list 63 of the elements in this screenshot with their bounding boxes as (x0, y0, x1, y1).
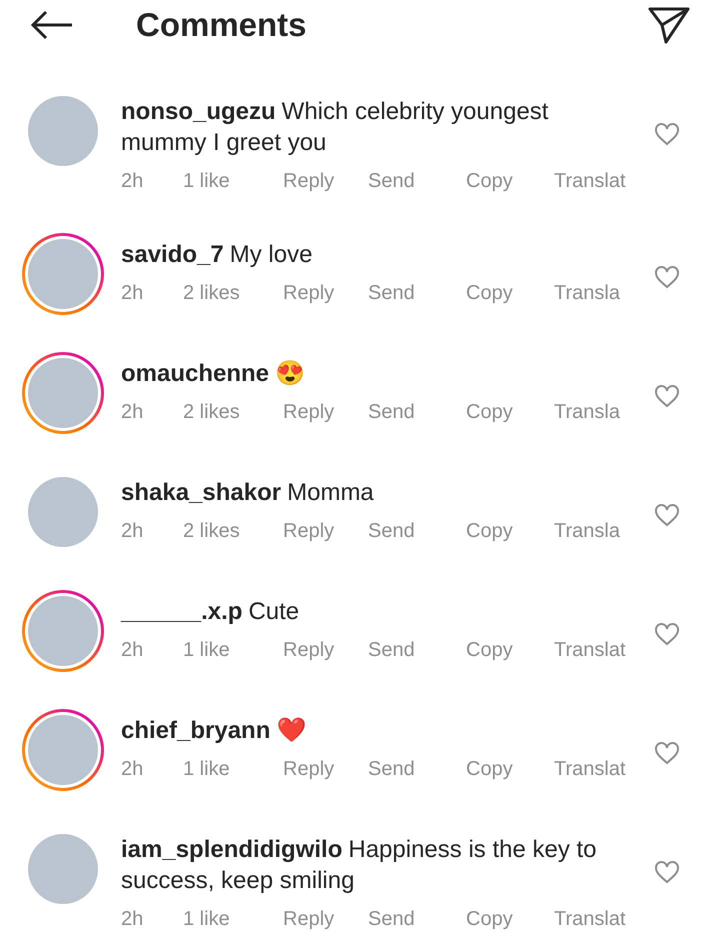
likes-count-link[interactable]: 2 likes (183, 278, 283, 308)
avatar-photo-placeholder[interactable] (28, 239, 98, 309)
back-arrow-icon[interactable] (30, 10, 74, 40)
action-link[interactable]: Send (368, 278, 466, 308)
action-link[interactable]: Reply (283, 904, 368, 934)
heart-icon[interactable] (654, 860, 680, 884)
likes-count-link[interactable]: 1 like (183, 166, 283, 196)
heart-icon[interactable] (654, 741, 680, 765)
heart-icon[interactable] (654, 622, 680, 646)
action-link[interactable]: Reply (283, 754, 368, 784)
action-link[interactable]: Translat (554, 635, 626, 665)
action-link[interactable]: Copy (466, 754, 554, 784)
action-link[interactable]: Send (368, 635, 466, 665)
action-link[interactable]: Reply (283, 516, 368, 546)
action-link[interactable]: Reply (283, 397, 368, 427)
action-link[interactable]: Translat (554, 904, 626, 934)
comment-time: 2h (121, 907, 144, 932)
avatar-photo-placeholder[interactable] (28, 358, 98, 428)
likes-count-link[interactable]: 1 like (183, 635, 283, 665)
comment-time: 2h (121, 519, 144, 544)
paper-plane-icon[interactable] (648, 6, 690, 44)
action-link[interactable]: Transla (554, 278, 620, 308)
heart-icon[interactable] (654, 384, 680, 408)
likes-count-link[interactable]: 2 likes (183, 397, 283, 427)
comment-text: chief_bryann ❤ (121, 716, 308, 746)
action-link[interactable]: Copy (466, 166, 554, 196)
likes-count-link[interactable]: 1 like (183, 904, 283, 934)
comment-text: ______.x.p Cute (121, 597, 300, 627)
action-link[interactable]: Copy (466, 904, 554, 934)
action-link[interactable]: Reply (283, 635, 368, 665)
action-link[interactable]: Translat (554, 754, 626, 784)
action-link[interactable]: Transla (554, 397, 620, 427)
likes-count-link[interactable]: 1 like (183, 754, 283, 784)
action-link[interactable]: Transla (554, 516, 620, 546)
comment-text: shaka_shakor Momma (121, 478, 375, 508)
comment-time: 2h (121, 400, 144, 425)
comment-time: 2h (121, 757, 144, 782)
action-link[interactable]: Copy (466, 516, 554, 546)
action-link[interactable]: Copy (466, 278, 554, 308)
action-link[interactable]: Send (368, 754, 466, 784)
avatar-photo-placeholder[interactable] (28, 715, 98, 785)
action-link[interactable]: Reply (283, 278, 368, 308)
heart-icon[interactable] (654, 503, 680, 527)
heart-icon[interactable] (654, 265, 680, 289)
action-link[interactable]: Translat (554, 166, 626, 196)
likes-count-link[interactable]: 2 likes (183, 516, 283, 546)
comment-text: omauchenne 😍 (121, 359, 306, 389)
comment-text: iam_splendidigwilo Happiness is the key to success, keep smiling (121, 835, 598, 896)
action-link[interactable]: Copy (466, 397, 554, 427)
action-link[interactable]: Send (368, 516, 466, 546)
action-link[interactable]: Copy (466, 635, 554, 665)
comment-time: 2h (121, 281, 144, 306)
comment-time: 2h (121, 638, 144, 663)
comment-text: nonso_ugezu Which celebrity youngest mummy I greet you (121, 97, 550, 158)
action-link[interactable]: Send (368, 166, 466, 196)
heart-icon[interactable] (654, 122, 680, 146)
action-link[interactable]: Reply (283, 166, 368, 196)
comment-text: savido_7 My love (121, 240, 314, 270)
action-link[interactable]: Send (368, 904, 466, 934)
action-link[interactable]: Send (368, 397, 466, 427)
comment-time: 2h (121, 169, 144, 194)
page-title: Comments (136, 5, 307, 46)
avatar-photo-placeholder[interactable] (28, 596, 98, 666)
